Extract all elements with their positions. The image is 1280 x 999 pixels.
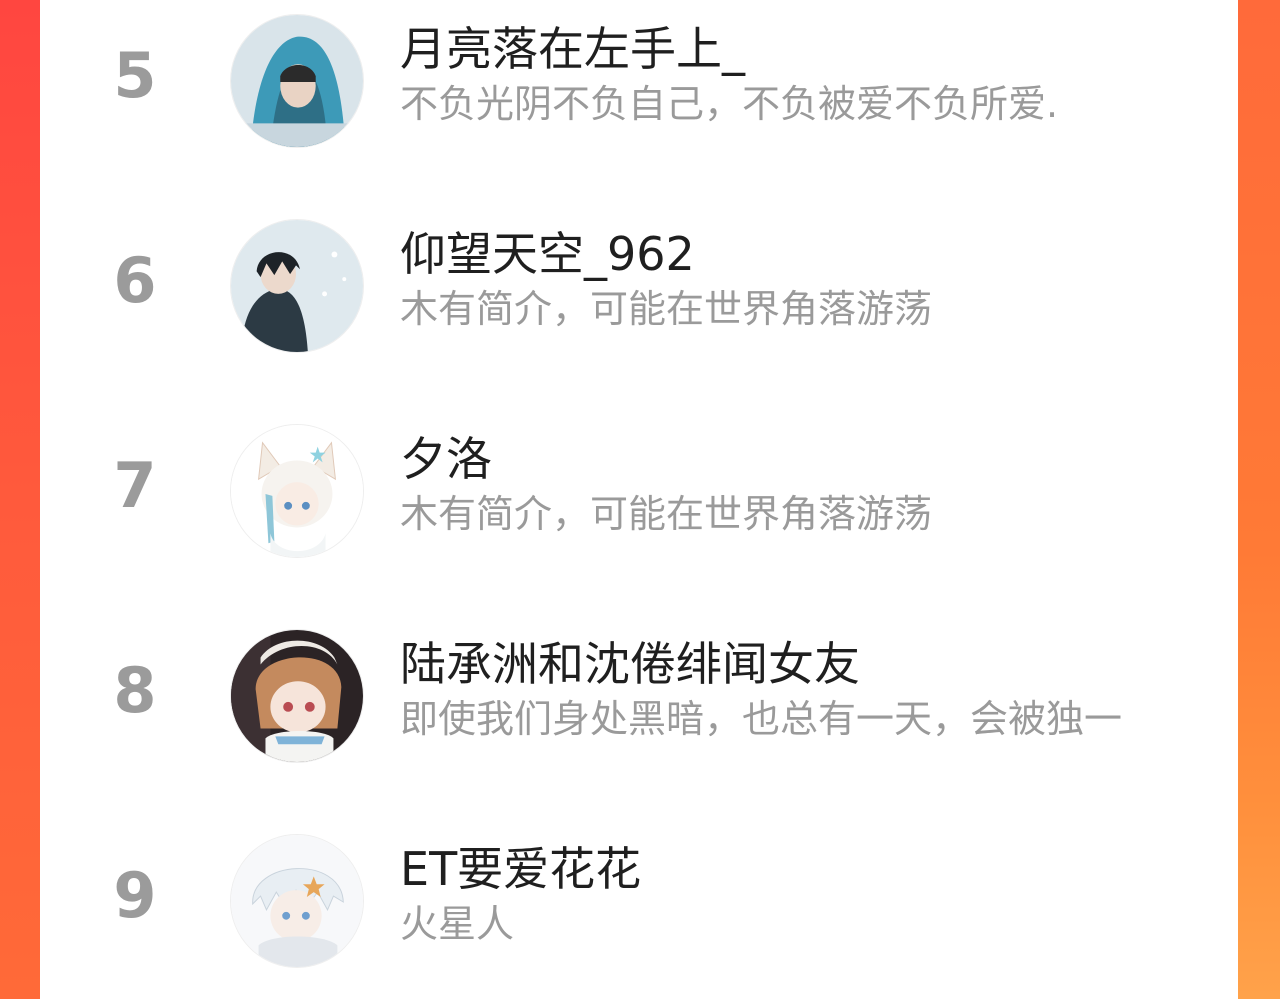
avatar-white-hair-boy-icon[interactable]	[230, 834, 364, 968]
rank-number: 7	[113, 449, 157, 522]
user-name[interactable]: ET要爱花花	[400, 838, 641, 900]
rank-number: 5	[113, 39, 157, 112]
user-bio: 即使我们身处黑暗，也总有一天，会被独一	[400, 697, 1123, 741]
rank-number: 8	[113, 654, 157, 727]
ranking-row[interactable]: 7 夕洛 木有简介，可能在世界角落游荡	[40, 410, 1238, 560]
ranking-row[interactable]: 5 月亮落在左手上_ 不负光阴不负自己，不负被爱不负所爱.	[40, 0, 1238, 150]
user-name[interactable]: 月亮落在左手上_	[400, 18, 745, 80]
user-bio: 不负光阴不负自己，不负被爱不负所爱.	[400, 82, 1059, 126]
user-bio: 木有简介，可能在世界角落游荡	[400, 287, 933, 331]
avatar-cat-ear-girl-icon[interactable]	[230, 424, 364, 558]
ranking-row[interactable]: 8 陆承洲和沈倦绯闻女友 即使我们身处黑暗，也总有一天，会被独一	[40, 615, 1238, 765]
user-name[interactable]: 夕洛	[400, 428, 492, 490]
rank-number: 9	[113, 859, 157, 932]
user-name[interactable]: 仰望天空_962	[400, 223, 695, 285]
ranking-row[interactable]: 6 仰望天空_962 木有简介，可能在世界角落游荡	[40, 205, 1238, 355]
ranking-row[interactable]: 9 ET要爱花花 火星人	[40, 820, 1238, 970]
avatar-brown-hair-girl-icon[interactable]	[230, 629, 364, 763]
left-accent-border	[0, 0, 40, 999]
avatar-anime-boy-snow-icon[interactable]	[230, 219, 364, 353]
user-bio: 木有简介，可能在世界角落游荡	[400, 492, 933, 536]
ranking-list-panel: 5 月亮落在左手上_ 不负光阴不负自己，不负被爱不负所爱. 6 仰望天空_962…	[40, 0, 1238, 999]
user-bio: 火星人	[400, 902, 515, 946]
avatar-hooded-boy-icon[interactable]	[230, 14, 364, 148]
user-name[interactable]: 陆承洲和沈倦绯闻女友	[400, 633, 860, 695]
right-accent-border	[1238, 0, 1280, 999]
rank-number: 6	[113, 244, 157, 317]
